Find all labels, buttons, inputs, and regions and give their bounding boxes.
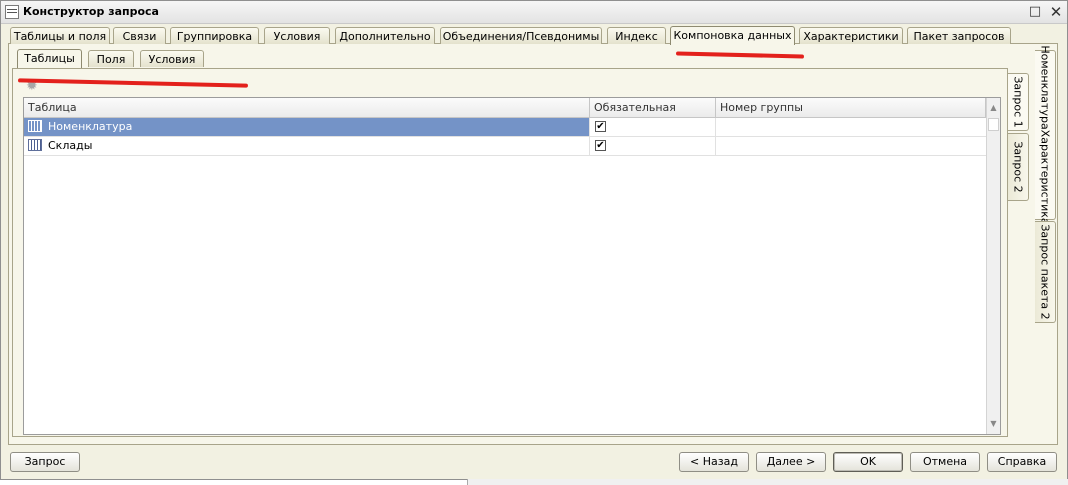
ok-button[interactable]: OK (833, 452, 903, 472)
tab-links[interactable]: Связи (113, 27, 166, 44)
background-window-edge (467, 479, 1068, 485)
required-cell: ✔ (590, 118, 716, 136)
close-icon[interactable]: ✕ (1048, 4, 1064, 20)
table-name: Склады (48, 139, 93, 152)
tab-characteristics[interactable]: Характеристики (799, 27, 903, 44)
table-row[interactable]: Номенклатура ✔ (24, 118, 986, 137)
next-button[interactable]: Далее > (756, 452, 826, 472)
maximize-icon[interactable]: □ (1027, 4, 1043, 20)
tab-batch-query-2[interactable]: Запрос пакета 2 (1035, 221, 1056, 323)
table-icon (28, 139, 42, 151)
tab-query-batch[interactable]: Пакет запросов (907, 27, 1011, 44)
table-name-cell[interactable]: Номенклатура (24, 118, 590, 136)
table-name-cell[interactable]: Склады (24, 137, 590, 155)
column-header-group-number[interactable]: Номер группы (716, 98, 986, 118)
table-name: Номенклатура (48, 120, 133, 133)
tab-data-composition[interactable]: Компоновка данных (670, 26, 795, 45)
cancel-button[interactable]: Отмена (910, 452, 980, 472)
subtab-conditions[interactable]: Условия (140, 50, 204, 67)
vertical-scrollbar[interactable]: ▲ ▼ (986, 98, 1000, 434)
required-checkbox[interactable]: ✔ (595, 121, 606, 132)
column-header-required[interactable]: Обязательная (590, 98, 716, 118)
subtab-tables[interactable]: Таблицы (17, 49, 82, 68)
title-bar: Конструктор запроса □ ✕ (1, 1, 1067, 24)
window-title: Конструктор запроса (23, 5, 159, 18)
scroll-up-icon[interactable]: ▲ (987, 101, 1000, 115)
tab-additional[interactable]: Дополнительно (335, 27, 435, 44)
group-number-cell[interactable] (716, 118, 986, 136)
tab-batch-nomenclature-characteristic[interactable]: НоменклатураХарактеристика (1035, 45, 1056, 225)
column-header-table[interactable]: Таблица (24, 98, 590, 118)
sub-tab-bar: Таблицы Поля Условия (0, 49, 300, 68)
window-icon (5, 5, 19, 19)
tab-query-1[interactable]: Запрос 1 (1008, 73, 1029, 131)
query-button[interactable]: Запрос (10, 452, 80, 472)
table-row[interactable]: Склады ✔ (24, 137, 986, 156)
scroll-thumb[interactable] (988, 118, 999, 131)
group-number-cell[interactable] (716, 137, 986, 155)
tab-tables-and-fields[interactable]: Таблицы и поля (10, 27, 110, 44)
table-icon (28, 120, 42, 132)
tab-unions-aliases[interactable]: Объединения/Псевдонимы (440, 27, 602, 44)
help-button[interactable]: Справка (987, 452, 1057, 472)
tab-grouping[interactable]: Группировка (170, 27, 259, 44)
required-checkbox[interactable]: ✔ (595, 140, 606, 151)
scroll-down-icon[interactable]: ▼ (987, 417, 1000, 431)
back-button[interactable]: < Назад (679, 452, 749, 472)
tab-conditions[interactable]: Условия (264, 27, 330, 44)
required-cell: ✔ (590, 137, 716, 155)
tables-grid: Таблица Обязательная Номер группы Номенк… (23, 97, 1001, 435)
tab-index[interactable]: Индекс (607, 27, 666, 44)
tab-query-2[interactable]: Запрос 2 (1008, 133, 1029, 201)
main-tab-bar: Таблицы и поля Связи Группировка Условия… (0, 26, 1068, 45)
subtab-fields[interactable]: Поля (88, 50, 134, 67)
